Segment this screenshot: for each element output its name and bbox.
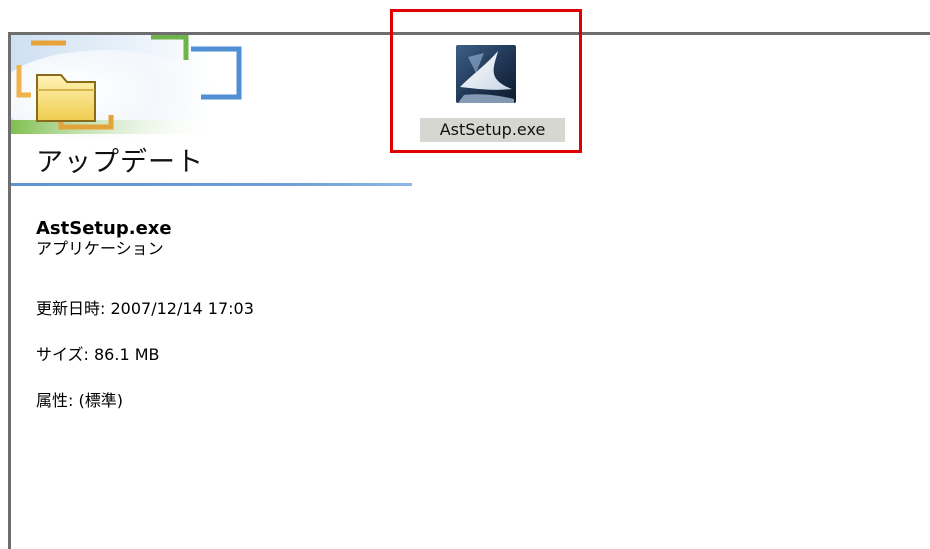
file-item-caption[interactable]: AstSetup.exe bbox=[420, 118, 565, 142]
details-file-type: アプリケーション bbox=[36, 239, 164, 258]
details-modified: 更新日時: 2007/12/14 17:03 bbox=[36, 299, 254, 318]
folder-icon bbox=[11, 35, 242, 140]
explorer-window: アップデート AstSetup.exe アプリケーション 更新日時: 2007/… bbox=[0, 0, 930, 549]
title-underline bbox=[11, 183, 412, 186]
panel-title: アップデート bbox=[36, 147, 204, 178]
details-file-name: AstSetup.exe bbox=[36, 218, 172, 239]
file-details: AstSetup.exe アプリケーション 更新日時: 2007/12/14 1… bbox=[36, 218, 254, 411]
details-attributes: 属性: (標準) bbox=[36, 391, 123, 410]
folder-banner-graphic bbox=[11, 35, 261, 140]
details-size: サイズ: 86.1 MB bbox=[36, 345, 160, 364]
installer-app-icon[interactable] bbox=[454, 43, 518, 105]
file-item-astsetup[interactable]: AstSetup.exe bbox=[420, 43, 565, 146]
